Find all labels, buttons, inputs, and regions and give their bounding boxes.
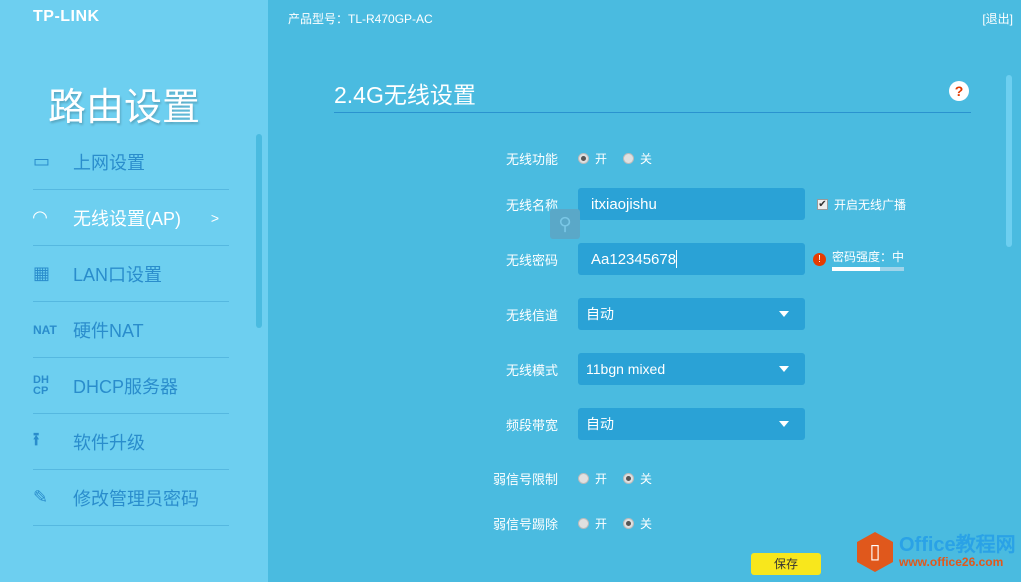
weak-limit-row: 弱信号限制 开 关 (480, 460, 668, 496)
sidebar-item-label: 上网设置 (73, 149, 145, 175)
field-label: 无线密码 (480, 250, 578, 269)
sidebar-item-label: 无线设置(AP) (73, 205, 181, 231)
field-label: 无线模式 (480, 360, 578, 379)
wireless-on-radio[interactable]: 开 (578, 150, 607, 167)
password-row: 无线密码 Aa12345678 !密码强度：中 (480, 241, 904, 277)
main-scrollbar[interactable] (1006, 75, 1012, 247)
field-label: 频段带宽 (480, 415, 578, 434)
sidebar-item-upgrade[interactable]: ⭱软件升级 (33, 414, 229, 470)
chevron-down-icon (779, 366, 789, 372)
bandwidth-row: 频段带宽 自动 (480, 406, 805, 442)
chevron-right-icon: > (211, 210, 219, 226)
dhcp-icon: DH CP (33, 375, 73, 397)
channel-select[interactable]: 自动 (578, 298, 805, 330)
field-label: 弱信号限制 (480, 469, 578, 488)
sidebar-scrollbar[interactable] (256, 134, 262, 328)
ssid-input[interactable]: itxiaojishu (578, 188, 805, 220)
channel-row: 无线信道 自动 (480, 296, 805, 332)
broadcast-checkbox[interactable]: ✔开启无线广播 (817, 196, 906, 213)
sidebar-item-nat[interactable]: NAT硬件NAT (33, 302, 229, 358)
nat-icon: NAT (33, 323, 73, 337)
field-label: 弱信号踢除 (480, 514, 578, 533)
product-model: 产品型号：TL-R470GP-AC (288, 10, 433, 27)
sidebar: TP-LINK 路由设置 ▭上网设置 ◠无线设置(AP) > ▦LAN口设置 NA… (0, 0, 268, 582)
logout-link[interactable]: [退出] (982, 10, 1013, 27)
sidebar-item-label: 硬件NAT (73, 317, 144, 343)
password-input[interactable]: Aa12345678 (578, 243, 805, 275)
page-title: 2.4G无线设置 (334, 76, 476, 110)
sidebar-item-lan[interactable]: ▦LAN口设置 (33, 246, 229, 302)
sidebar-menu: ▭上网设置 ◠无线设置(AP) > ▦LAN口设置 NAT硬件NAT DH CPD… (33, 134, 229, 526)
mode-row: 无线模式 11bgn mixed (480, 351, 805, 387)
weak-limit-on-radio[interactable]: 开 (578, 470, 607, 487)
watermark: ▯ Office教程网www.office26.com (857, 532, 1016, 572)
sidebar-title: 路由设置 (48, 76, 200, 131)
warning-icon: ! (813, 253, 826, 266)
chevron-down-icon (779, 311, 789, 317)
help-icon[interactable]: ? (949, 81, 969, 101)
sidebar-item-label: 修改管理员密码 (73, 485, 199, 511)
weak-kick-row: 弱信号踢除 开 关 (480, 505, 668, 541)
field-label: 无线信道 (480, 305, 578, 324)
sidebar-item-wireless[interactable]: ◠无线设置(AP) > (33, 190, 229, 246)
weak-limit-off-radio[interactable]: 关 (623, 470, 652, 487)
weak-kick-on-radio[interactable]: 开 (578, 515, 607, 532)
sidebar-item-label: LAN口设置 (73, 261, 162, 287)
wireless-function-row: 无线功能 开 关 (480, 140, 668, 176)
sidebar-item-internet[interactable]: ▭上网设置 (33, 134, 229, 190)
chevron-down-icon (779, 421, 789, 427)
tp-link-logo: TP-LINK (33, 8, 100, 26)
search-icon[interactable]: ⚲ (550, 209, 580, 239)
wireless-off-radio[interactable]: 关 (623, 150, 652, 167)
laptop-icon: ▭ (33, 151, 73, 172)
title-divider (334, 112, 971, 113)
weak-kick-off-radio[interactable]: 关 (623, 515, 652, 532)
pencil-icon: ✎ (33, 487, 73, 508)
field-label: 无线功能 (480, 149, 578, 168)
password-strength: !密码强度：中 (817, 248, 904, 271)
wifi-icon: ◠ (33, 207, 73, 228)
office-logo-icon: ▯ (857, 532, 893, 572)
mode-select[interactable]: 11bgn mixed (578, 353, 805, 385)
sidebar-item-label: DHCP服务器 (73, 373, 178, 399)
lan-port-icon: ▦ (33, 263, 73, 284)
sidebar-item-admin-password[interactable]: ✎修改管理员密码 (33, 470, 229, 526)
ssid-row: 无线名称 itxiaojishu ✔开启无线广播 (480, 186, 906, 222)
sidebar-item-dhcp[interactable]: DH CPDHCP服务器 (33, 358, 229, 414)
save-button[interactable]: 保存 (751, 553, 821, 575)
sidebar-item-label: 软件升级 (73, 429, 145, 455)
bandwidth-select[interactable]: 自动 (578, 408, 805, 440)
upgrade-icon: ⭱ (33, 427, 73, 457)
